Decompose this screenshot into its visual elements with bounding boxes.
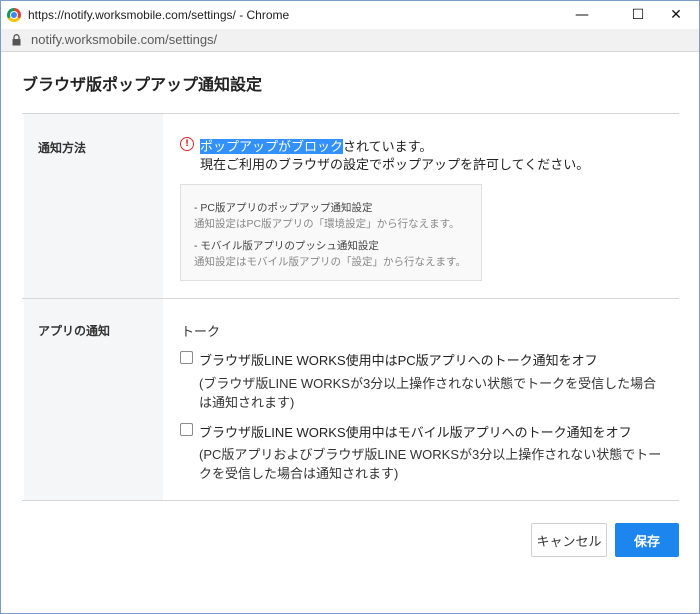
info-desc-pc: 通知設定はPC版アプリの「環境設定」から行なえます。 — [194, 218, 460, 230]
info-title-pc: - PC版アプリのポップアップ通知設定 — [194, 202, 373, 214]
warning-message: ポップアップがブロックされています。 — [200, 136, 432, 155]
talk-section-label: トーク — [181, 324, 221, 339]
close-button[interactable]: ✕ — [653, 1, 699, 29]
pc-talk-off-checkbox[interactable] — [180, 351, 193, 364]
minimize-button[interactable]: — — [559, 1, 605, 29]
lock-icon — [12, 34, 21, 46]
divider — [22, 500, 679, 501]
title-bar: https://notify.worksmobile.com/settings/… — [1, 1, 699, 29]
method-label: 通知方法 — [38, 141, 87, 155]
url-text: notify.worksmobile.com/settings/ — [31, 32, 218, 47]
warning-highlight: ポップアップがブロック — [200, 139, 344, 154]
dialog-title: ブラウザ版ポップアップ通知設定 — [22, 77, 263, 94]
warning-instruction: 現在ご利用のブラウザの設定でポップアップを許可してください。 — [200, 157, 590, 172]
browser-window: https://notify.worksmobile.com/settings/… — [0, 0, 700, 614]
mobile-talk-off-checkbox[interactable] — [180, 423, 193, 436]
mobile-talk-off-label[interactable]: ブラウザ版LINE WORKS使用中はモバイル版アプリへのトーク通知をオフ — [199, 422, 632, 441]
info-title-mobile: - モバイル版アプリのプッシュ通知設定 — [194, 240, 379, 252]
cancel-button[interactable]: キャンセル — [531, 523, 607, 557]
info-box: - PC版アプリのポップアップ通知設定 通知設定はPC版アプリの「環境設定」から… — [180, 184, 482, 281]
warning-rest: されています。 — [343, 139, 433, 154]
pc-talk-off-label[interactable]: ブラウザ版LINE WORKS使用中はPC版アプリへのトーク通知をオフ — [199, 350, 598, 369]
pc-talk-off-note: (ブラウザ版LINE WORKSが3分以上操作されない状態でトークを受信した場合… — [199, 376, 657, 410]
mobile-talk-off-note: (PC版アプリおよびブラウザ版LINE WORKSが3分以上操作されない状態でト… — [199, 447, 662, 481]
info-desc-mobile: 通知設定はモバイル版アプリの「設定」から行なえます。 — [194, 256, 466, 268]
chrome-icon — [7, 8, 21, 22]
window-title: https://notify.worksmobile.com/settings/… — [28, 8, 290, 22]
warning-icon: ! — [180, 137, 194, 151]
save-button[interactable]: 保存 — [615, 523, 679, 557]
app-notify-label: アプリの通知 — [38, 324, 111, 338]
